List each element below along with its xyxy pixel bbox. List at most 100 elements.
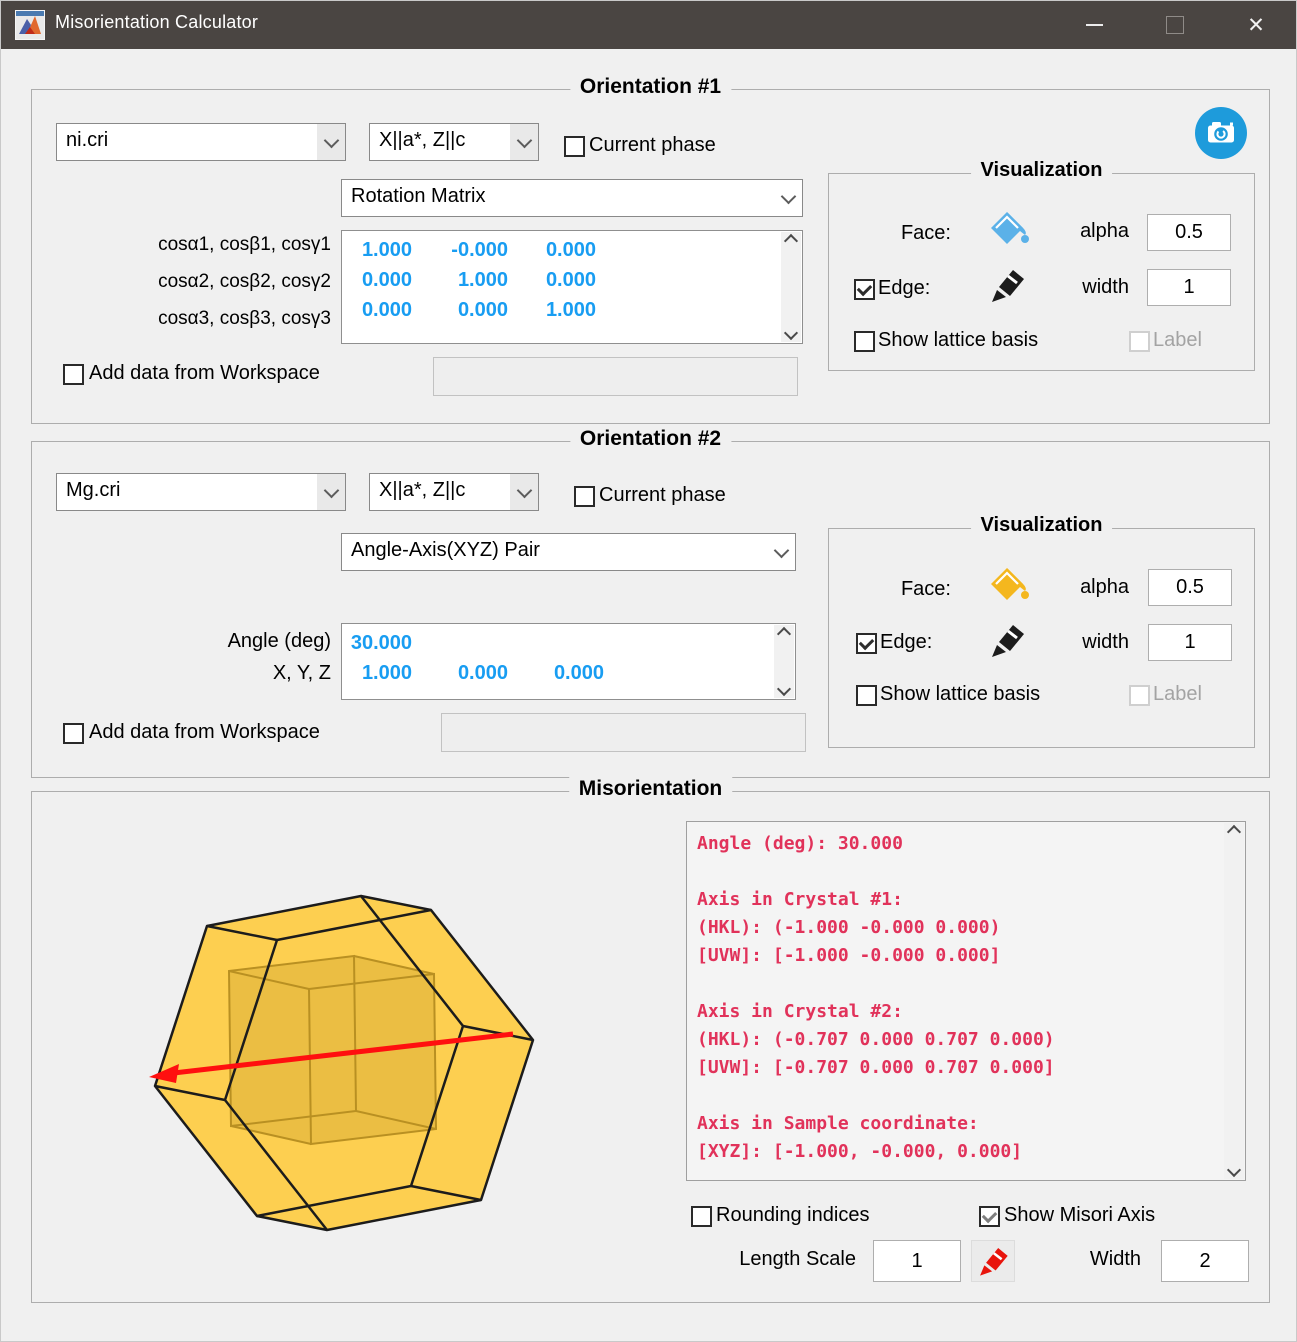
- chevron-down-icon: [773, 542, 789, 558]
- orientation2-current-phase-checkbox[interactable]: [574, 486, 595, 507]
- xyz-value-row: 1.000 0.000 0.000: [361, 662, 604, 684]
- orientation2-representation-dropdown[interactable]: Angle-Axis(XYZ) Pair: [341, 533, 796, 571]
- scrollbar[interactable]: [774, 625, 794, 698]
- close-button[interactable]: ✕: [1226, 1, 1286, 49]
- chevron-down-icon: [323, 482, 339, 498]
- output-line: [UVW]: [-0.707 0.000 0.707 0.000]: [697, 1057, 1055, 1078]
- scrollbar[interactable]: [781, 232, 801, 342]
- orientation1-label-checkbox[interactable]: [1129, 331, 1150, 352]
- orientation2-width-input[interactable]: [1148, 624, 1232, 661]
- matrix-row2-label: cosα2, cosβ2, cosγ2: [158, 271, 331, 292]
- misorientation-calculator-window: Misorientation Calculator ✕ Orientation …: [0, 0, 1297, 1342]
- output-line: Axis in Crystal #2:: [697, 1001, 903, 1022]
- matrix-row3-label: cosα3, cosβ3, cosγ3: [158, 308, 331, 329]
- orientation2-face-color-button[interactable]: [983, 563, 1031, 609]
- cube-crystal-face: [229, 956, 436, 1144]
- orientation2-convention-dropdown[interactable]: X||a*, Z||c: [369, 473, 539, 511]
- output-line: [UVW]: [-1.000 -0.000 0.000]: [697, 945, 1001, 966]
- orientation2-phase-dropdown[interactable]: Mg.cri: [56, 473, 346, 511]
- orientation2-edge-checkbox[interactable]: [856, 633, 877, 654]
- orientation1-edge-checkbox[interactable]: [854, 279, 875, 300]
- scroll-down-icon[interactable]: [783, 325, 799, 341]
- output-line: [XYZ]: [-1.000, -0.000, 0.000]: [697, 1141, 1023, 1162]
- orientation2-label-checkbox[interactable]: [1129, 685, 1150, 706]
- orientation1-representation-value: Rotation Matrix: [351, 185, 486, 207]
- orientation2-lattice-checkbox[interactable]: [856, 685, 877, 706]
- marker-pen-icon: [992, 625, 1024, 657]
- orientation2-workspace-checkbox[interactable]: [63, 723, 84, 744]
- orientation1-matrix-textarea[interactable]: 1.000 -0.000 0.000 0.000 1.000 0.000 0.000 0.…: [341, 230, 803, 344]
- orientation1-phase-value: ni.cri: [66, 129, 109, 151]
- orientation2-edge-color-button[interactable]: [983, 617, 1031, 663]
- length-scale-label: Length Scale: [739, 1248, 856, 1270]
- matrix-row: 0.000 1.000 0.000: [361, 269, 596, 291]
- orientation1-workspace-input[interactable]: [433, 357, 798, 396]
- matrix-row: 1.000 -0.000 0.000: [361, 239, 596, 261]
- scroll-down-icon[interactable]: [1226, 1162, 1242, 1178]
- length-scale-input[interactable]: [873, 1240, 961, 1282]
- misori-width-label: Width: [1089, 1248, 1141, 1270]
- orientation1-workspace-label: Add data from Workspace: [89, 362, 320, 384]
- red-marker-pen-icon: [980, 1248, 1008, 1276]
- paint-bucket-icon: [991, 568, 1029, 600]
- show-misori-axis-checkbox[interactable]: [979, 1206, 1000, 1227]
- orientation2-title: Orientation #2: [569, 427, 732, 451]
- output-line: Angle (deg): 30.000: [697, 833, 903, 854]
- dropdown-arrow: [510, 124, 538, 160]
- orientation1-current-phase-checkbox[interactable]: [564, 136, 585, 157]
- marker-pen-icon: [992, 270, 1024, 302]
- orientation1-workspace-checkbox[interactable]: [63, 364, 84, 385]
- lattice-basis-label: Show lattice basis: [878, 329, 1039, 351]
- orientation1-convention-value: X||a*, Z||c: [379, 129, 466, 151]
- maximize-icon: [1166, 16, 1184, 34]
- camera-icon: [1195, 107, 1247, 159]
- crystal-3d-plot[interactable]: [61, 811, 681, 1301]
- orientation1-edge-color-button[interactable]: [983, 262, 1031, 308]
- misori-axis-color-button[interactable]: [971, 1240, 1015, 1282]
- chevron-down-icon: [516, 482, 532, 498]
- orientation1-current-phase-label: Current phase: [589, 134, 716, 156]
- orientation2-workspace-input[interactable]: [441, 713, 806, 752]
- orientation2-alpha-input[interactable]: [1148, 569, 1232, 606]
- orientation1-lattice-checkbox[interactable]: [854, 331, 875, 352]
- dropdown-arrow: [317, 124, 345, 160]
- orientation1-representation-dropdown[interactable]: Rotation Matrix: [341, 179, 803, 217]
- orientation2-angleaxis-textarea[interactable]: 30.000 1.000 0.000 0.000: [341, 623, 796, 700]
- orientation1-alpha-input[interactable]: [1147, 214, 1231, 251]
- rounding-indices-label: Rounding indices: [716, 1204, 870, 1226]
- orientation1-face-color-button[interactable]: [983, 207, 1031, 253]
- window-title: Misorientation Calculator: [55, 12, 259, 32]
- orientation1-width-input[interactable]: [1147, 269, 1231, 306]
- misorientation-output[interactable]: Angle (deg): 30.000 Axis in Crystal #1: …: [686, 821, 1246, 1181]
- orientation2-representation-value: Angle-Axis(XYZ) Pair: [351, 539, 540, 561]
- rounding-indices-checkbox[interactable]: [691, 1206, 712, 1227]
- orientation1-phase-dropdown[interactable]: ni.cri: [56, 123, 346, 161]
- scroll-up-icon[interactable]: [783, 233, 799, 249]
- dropdown-arrow: [774, 180, 802, 216]
- scroll-down-icon[interactable]: [776, 681, 792, 697]
- width-label: width: [1082, 631, 1129, 653]
- scroll-up-icon[interactable]: [1226, 824, 1242, 840]
- snapshot-camera-button[interactable]: [1195, 107, 1247, 159]
- output-line: Axis in Sample coordinate:: [697, 1113, 979, 1134]
- face-label: Face:: [900, 578, 951, 600]
- scrollbar[interactable]: [1224, 823, 1244, 1179]
- misori-width-input[interactable]: [1161, 1240, 1249, 1282]
- orientation2-convention-value: X||a*, Z||c: [379, 479, 466, 501]
- orientation2-phase-value: Mg.cri: [66, 479, 121, 501]
- orientation1-convention-dropdown[interactable]: X||a*, Z||c: [369, 123, 539, 161]
- dropdown-arrow: [510, 474, 538, 510]
- width-label: width: [1082, 276, 1129, 298]
- matlab-app-icon: [15, 10, 45, 40]
- matrix-row: 0.000 0.000 1.000: [361, 299, 596, 321]
- orientation1-title: Orientation #1: [569, 75, 732, 99]
- lattice-basis-label: Show lattice basis: [880, 683, 1041, 705]
- xyz-label: X, Y, Z: [272, 662, 331, 684]
- alpha-label: alpha: [1080, 576, 1129, 598]
- minimize-button[interactable]: [1064, 1, 1124, 49]
- scroll-up-icon[interactable]: [776, 626, 792, 642]
- maximize-button[interactable]: [1145, 1, 1205, 49]
- visualization-title: Visualization: [970, 159, 1113, 182]
